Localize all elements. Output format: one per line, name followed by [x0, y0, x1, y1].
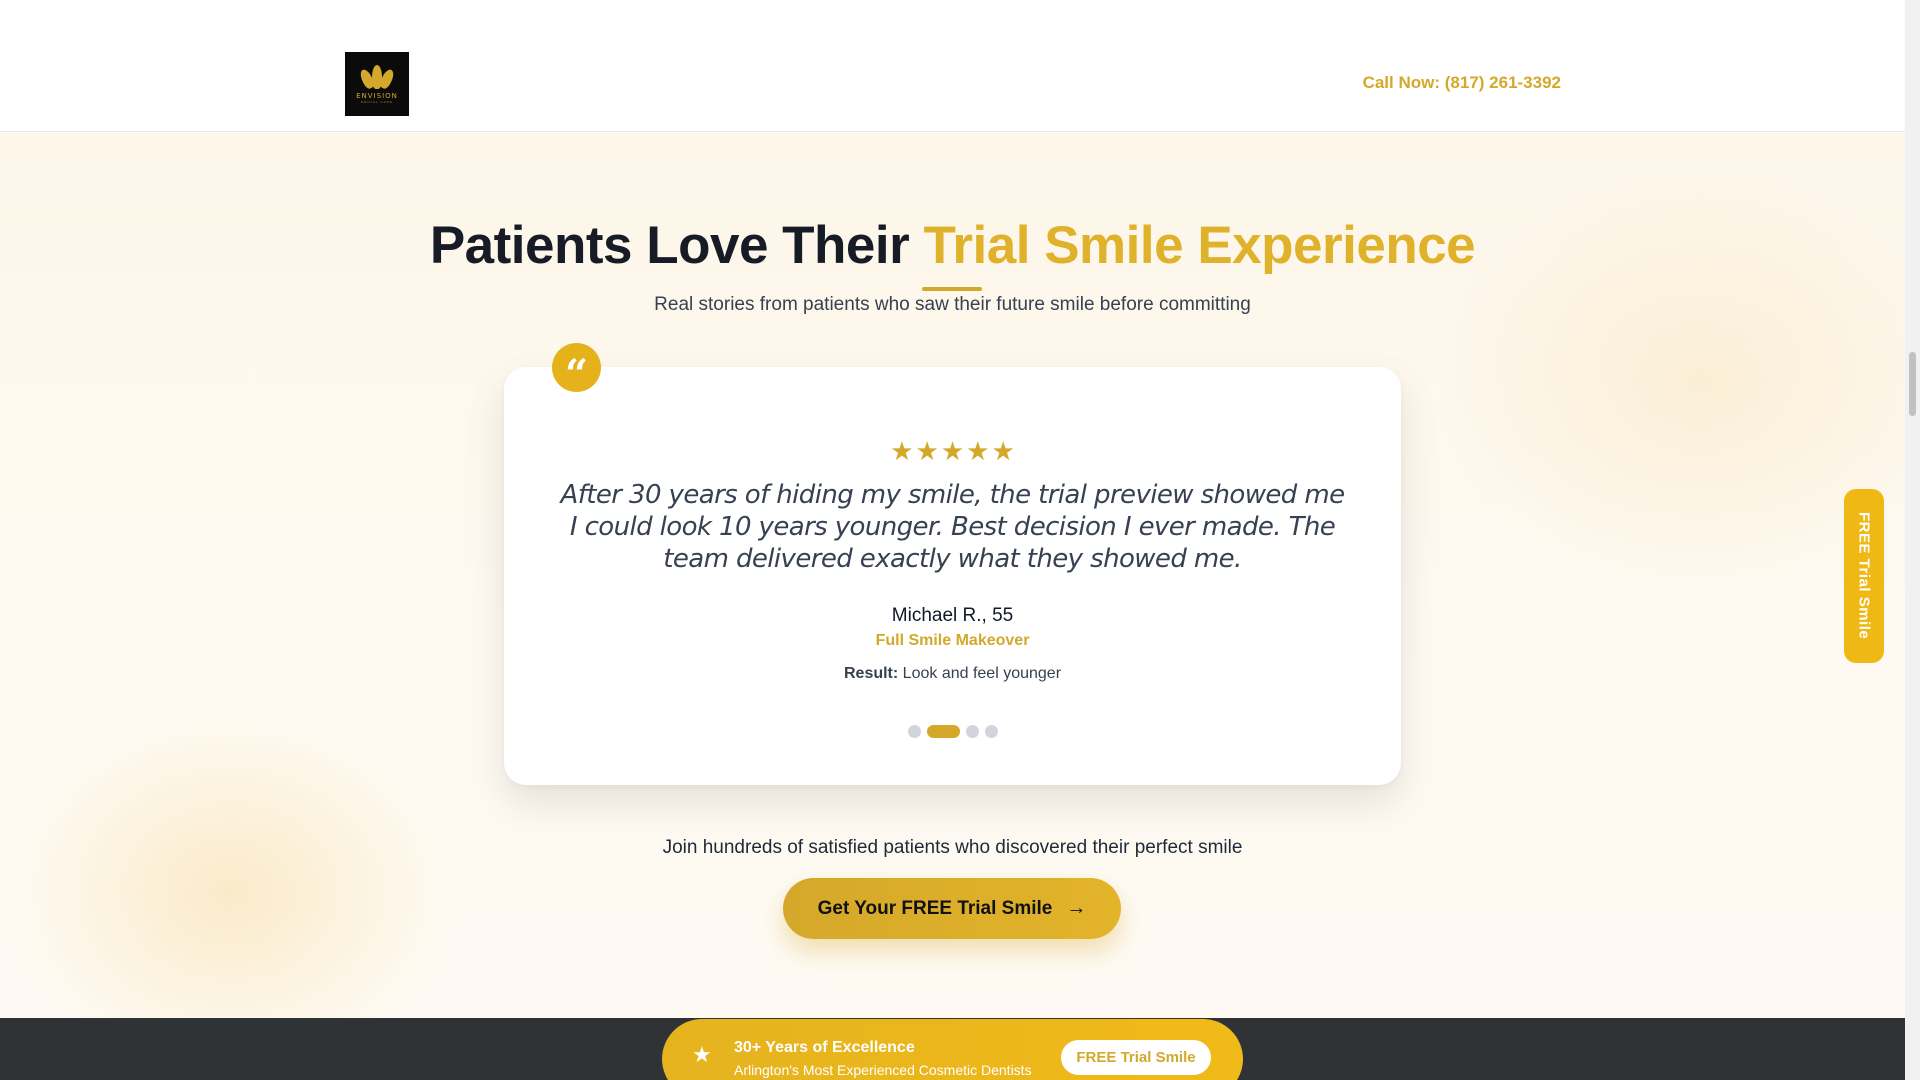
- promo-free-trial-button[interactable]: FREE Trial Smile: [1061, 1040, 1211, 1075]
- testimonials-section: Patients Love Their Trial Smile Experien…: [0, 133, 1905, 1018]
- testimonial-author: Michael R., 55: [891, 605, 1014, 626]
- logo-subtext: DENTAL CARE: [361, 99, 393, 104]
- star-icon: ★: [915, 436, 939, 466]
- star-icon: ★: [940, 436, 965, 466]
- section-title: Patients Love Their Trial Smile Experien…: [0, 215, 1905, 276]
- title-underline: [922, 287, 982, 291]
- testimonial-quote: After 30 years of hiding my smile, the t…: [560, 480, 1346, 574]
- arrow-right-icon: →: [1066, 897, 1087, 919]
- title-highlight: Trial Smile Experience: [923, 216, 1476, 275]
- promo-title: 30+ Years of Excellence: [734, 1039, 915, 1056]
- carousel-dots: [504, 725, 1401, 738]
- scrollbar-thumb[interactable]: [1909, 352, 1916, 416]
- get-free-trial-smile-button[interactable]: Get Your FREE Trial Smile →: [783, 878, 1121, 939]
- result-label: Result:: [843, 665, 899, 682]
- result-value: Look and feel younger: [902, 665, 1062, 682]
- logo-text: ENVISION: [356, 91, 398, 100]
- testimonial-card: ★★★★★ After 30 years of hiding my smile,…: [504, 367, 1401, 785]
- call-now-link[interactable]: Call Now: (817) 261-3392: [1363, 73, 1561, 93]
- star-icon: ★: [692, 1042, 712, 1067]
- carousel-dot-1[interactable]: [907, 725, 921, 738]
- envision-logo[interactable]: ENVISION DENTAL CARE: [345, 52, 409, 116]
- page-scrollbar[interactable]: [1905, 0, 1920, 1080]
- promo-banner: ★ 30+ Years of Excellence Arlington's Mo…: [662, 1019, 1243, 1080]
- star-icon: ★: [890, 436, 914, 466]
- carousel-dot-3[interactable]: [965, 725, 979, 738]
- carousel-dot-2[interactable]: [926, 725, 960, 738]
- star-icon: ★: [991, 436, 1015, 466]
- title-text: Patients Love Their: [429, 216, 924, 275]
- section-subtitle: Real stories from patients who saw their…: [654, 294, 1251, 315]
- star-icon: ★: [966, 436, 990, 466]
- promo-subtitle: Arlington's Most Experienced Cosmetic De…: [734, 1062, 1032, 1078]
- site-header: ENVISION DENTAL CARE Call Now: (817) 261…: [0, 0, 1905, 132]
- carousel-dot-4[interactable]: [984, 725, 998, 738]
- quote-icon: “: [552, 343, 601, 394]
- join-text: Join hundreds of satisfied patients who …: [662, 837, 1243, 858]
- testimonial-treatment: Full Smile Makeover: [875, 632, 1030, 649]
- free-trial-smile-side-tab[interactable]: FREE Trial Smile: [1844, 489, 1884, 663]
- star-rating: ★★★★★: [504, 436, 1401, 467]
- side-tab-label: FREE Trial Smile: [1855, 512, 1873, 640]
- tooth-leaf-logo-icon: [358, 64, 396, 90]
- testimonial-result: Result: Look and feel younger: [504, 665, 1401, 683]
- cta-label: Get Your FREE Trial Smile: [817, 897, 1053, 919]
